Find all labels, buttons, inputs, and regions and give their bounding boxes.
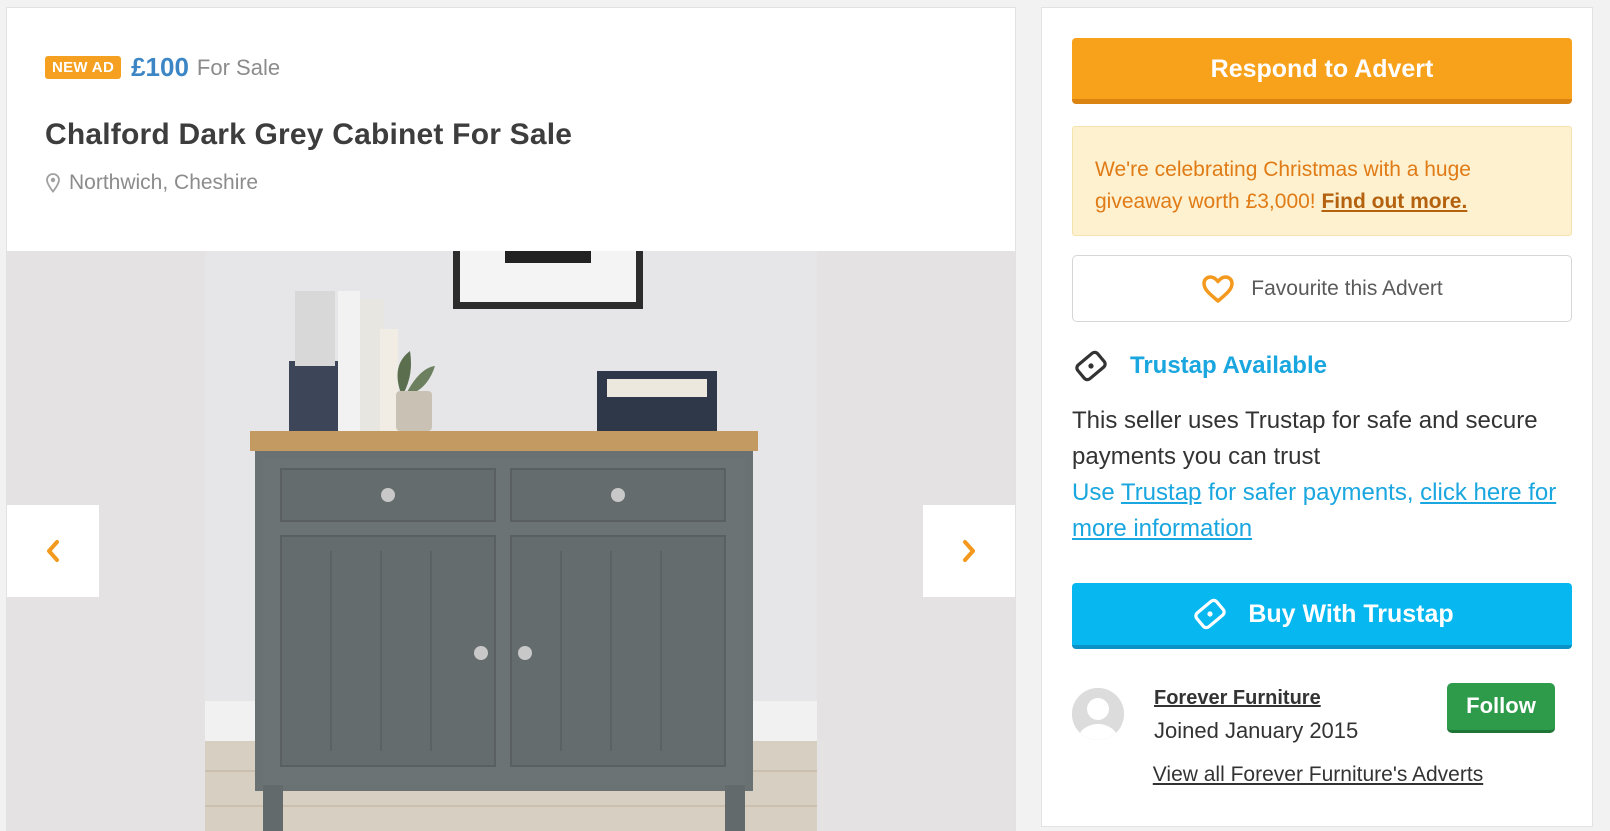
sidebar-card: Respond to Advert We're celebrating Chri…: [1041, 7, 1593, 827]
location-text: Northwich, Cheshire: [69, 171, 259, 194]
listing-header: NEW AD £100 For Sale Chalford Dark Grey …: [7, 8, 1015, 251]
image-gallery: [7, 251, 1015, 831]
seller-info: Forever Furniture Joined January 2015 Fo…: [1072, 683, 1572, 763]
chevron-right-icon: [963, 540, 975, 562]
respond-button[interactable]: Respond to Advert: [1072, 38, 1572, 104]
trustap-mid-text: for safer payments,: [1208, 479, 1414, 506]
gallery-prev-button[interactable]: [7, 505, 99, 597]
seller-joined: Joined January 2015: [1154, 718, 1359, 743]
trustap-link[interactable]: Trustap: [1121, 479, 1201, 506]
trustap-icon: [1194, 598, 1227, 630]
listing-title: Chalford Dark Grey Cabinet For Sale: [45, 118, 573, 151]
trustap-icon: [1075, 350, 1107, 382]
favourite-button[interactable]: Favourite this Advert: [1072, 255, 1572, 322]
avatar: [1072, 688, 1124, 740]
trustap-header: Trustap Available: [1072, 350, 1327, 382]
follow-button[interactable]: Follow: [1447, 683, 1555, 733]
location-pin-icon: [45, 173, 61, 193]
trustap-use-text: Use: [1072, 479, 1115, 506]
favourite-label: Favourite this Advert: [1251, 276, 1443, 300]
listing-card: NEW AD £100 For Sale Chalford Dark Grey …: [6, 7, 1016, 831]
listing-photo: [205, 251, 817, 831]
trustap-text: This seller uses Trustap for safe and se…: [1072, 407, 1538, 470]
sale-type: For Sale: [196, 54, 281, 80]
location: Northwich, Cheshire: [45, 171, 258, 195]
trustap-info: Use Trustap for safer payments, click he…: [1072, 475, 1572, 547]
seller-name[interactable]: Forever Furniture: [1154, 687, 1321, 710]
view-all-adverts-link[interactable]: View all Forever Furniture's Adverts: [1042, 763, 1594, 787]
trustap-description: This seller uses Trustap for safe and se…: [1072, 403, 1572, 547]
new-ad-badge: NEW AD: [45, 56, 122, 79]
gallery-next-button[interactable]: [923, 505, 1015, 597]
listing-price: £100: [131, 52, 189, 82]
buy-with-trustap-button[interactable]: Buy With Trustap: [1072, 583, 1572, 649]
trustap-title: Trustap Available: [1130, 352, 1327, 379]
price-row: NEW AD £100 For Sale: [45, 52, 280, 83]
promo-banner: We're celebrating Christmas with a huge …: [1072, 126, 1572, 236]
promo-link[interactable]: Find out more.: [1321, 190, 1467, 213]
heart-icon: [1202, 274, 1235, 303]
chevron-left-icon: [47, 540, 59, 562]
buy-label: Buy With Trustap: [1248, 599, 1454, 628]
